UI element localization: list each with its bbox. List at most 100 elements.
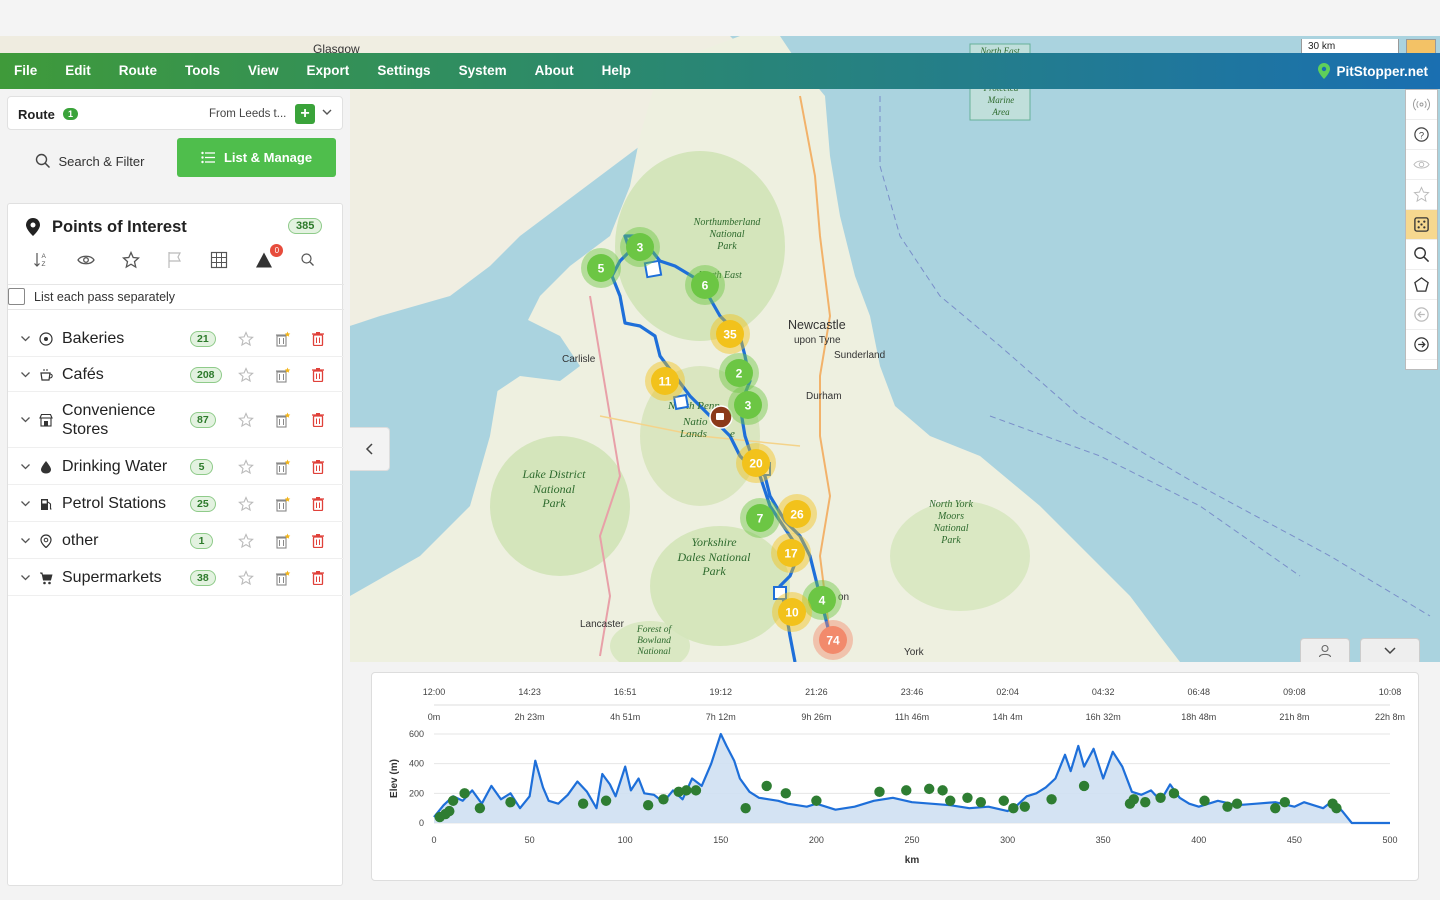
star-icon[interactable] <box>238 532 254 549</box>
trash-icon[interactable] <box>311 412 325 427</box>
poi-cluster[interactable]: 26 <box>777 494 817 534</box>
chevron-down-icon[interactable] <box>20 415 31 425</box>
poi-marker[interactable] <box>874 786 885 798</box>
poi-cluster[interactable]: 3 <box>620 227 660 267</box>
poi-marker[interactable] <box>1140 797 1151 808</box>
poi-marker[interactable] <box>740 802 751 814</box>
route-selector[interactable]: From Leeds t... <box>209 108 286 120</box>
poi-cluster[interactable]: 35 <box>710 314 750 354</box>
trash-icon[interactable] <box>311 367 325 382</box>
tab-list-manage[interactable]: List & Manage <box>177 138 336 177</box>
poi-marker[interactable] <box>1199 795 1210 806</box>
menu-view[interactable]: View <box>234 53 293 89</box>
menu-edit[interactable]: Edit <box>51 53 105 89</box>
favourite-tool[interactable] <box>1406 180 1437 210</box>
poi-search-button[interactable] <box>286 247 330 273</box>
chevron-down-icon[interactable] <box>20 499 31 509</box>
category-row[interactable]: Petrol Stations 25 <box>8 485 344 522</box>
undo-tool[interactable] <box>1406 300 1437 330</box>
poi-marker[interactable] <box>642 800 654 811</box>
trash-icon[interactable] <box>311 331 325 346</box>
bin-star-icon[interactable] <box>275 412 291 428</box>
trash-icon[interactable] <box>311 533 325 548</box>
poi-marker[interactable] <box>658 794 669 805</box>
poi-marker[interactable] <box>998 795 1009 806</box>
poi-cluster[interactable]: 17 <box>771 533 811 573</box>
poi-marker[interactable] <box>945 795 956 806</box>
chevron-down-icon[interactable] <box>321 106 333 118</box>
poi-marker[interactable] <box>924 783 935 795</box>
poi-marker[interactable] <box>1008 802 1019 814</box>
star-icon[interactable] <box>238 412 254 428</box>
random-tool[interactable] <box>1406 210 1437 240</box>
menu-system[interactable]: System <box>445 53 521 89</box>
poi-marker[interactable] <box>780 788 792 799</box>
category-row[interactable]: Drinking Water 5 <box>8 448 344 485</box>
poi-cluster[interactable]: 10 <box>772 592 812 632</box>
star-icon[interactable] <box>238 458 254 475</box>
bin-star-icon[interactable] <box>275 331 291 347</box>
elevation-chart-svg[interactable]: 12:00 14:23 16:51 19:12 21:26 23:46 02:04 04:32… <box>372 673 1420 882</box>
flag-filter[interactable] <box>153 247 197 273</box>
broadcast-tool[interactable] <box>1406 90 1437 120</box>
poi-marker[interactable] <box>1279 797 1291 808</box>
poi-marker[interactable] <box>1155 792 1166 803</box>
category-row[interactable]: Supermarkets 38 <box>8 559 344 596</box>
category-row[interactable]: Bakeries 21 <box>8 320 344 357</box>
menu-tools[interactable]: Tools <box>171 53 234 89</box>
poi-marker[interactable] <box>681 785 692 796</box>
star-icon[interactable] <box>238 366 254 383</box>
bin-star-icon[interactable] <box>275 367 291 383</box>
star-icon[interactable] <box>238 569 254 586</box>
star-icon[interactable] <box>238 495 254 512</box>
trash-icon[interactable] <box>311 459 325 474</box>
poi-cluster[interactable]: 5 <box>581 248 621 288</box>
poi-marker[interactable] <box>975 797 987 808</box>
trash-icon[interactable] <box>311 496 325 511</box>
polygon-tool[interactable] <box>1406 270 1437 300</box>
poi-marker[interactable] <box>444 805 455 817</box>
poi-marker[interactable] <box>1331 802 1342 814</box>
poi-marker[interactable] <box>447 795 459 806</box>
poi-marker[interactable] <box>937 785 948 796</box>
poi-cluster[interactable]: 7 <box>740 498 780 538</box>
poi-marker[interactable] <box>505 797 516 808</box>
add-route-button[interactable]: + <box>295 104 315 124</box>
search-tool[interactable] <box>1406 240 1437 270</box>
bin-star-icon[interactable] <box>275 496 291 512</box>
poi-marker[interactable] <box>901 785 912 796</box>
category-row[interactable]: other 1 <box>8 522 344 559</box>
poi-marker[interactable] <box>1078 780 1090 792</box>
chevron-down-icon[interactable] <box>20 536 31 546</box>
visibility-toggle[interactable] <box>64 247 108 273</box>
chevron-down-icon[interactable] <box>20 462 31 472</box>
warnings-button[interactable]: 0 <box>241 244 285 273</box>
elevation-chart[interactable]: 12:00 14:23 16:51 19:12 21:26 23:46 02:04 04:32… <box>371 672 1419 881</box>
poi-marker[interactable] <box>690 785 702 796</box>
poi-marker[interactable] <box>962 792 973 803</box>
tab-search-filter[interactable]: Search & Filter <box>7 141 172 181</box>
grid-view-button[interactable] <box>197 247 241 273</box>
poi-cluster[interactable]: 74 <box>813 620 853 660</box>
poi-cluster[interactable]: 20 <box>736 443 776 483</box>
chevron-down-icon[interactable] <box>20 370 31 380</box>
bin-star-icon[interactable] <box>275 459 291 475</box>
menu-about[interactable]: About <box>521 53 588 89</box>
sort-button[interactable]: AZ <box>20 247 64 273</box>
chevron-down-icon[interactable] <box>20 573 31 583</box>
poi-marker[interactable] <box>1128 794 1139 805</box>
menu-file[interactable]: File <box>0 53 51 89</box>
poi-marker[interactable] <box>459 788 470 799</box>
rider-profile-button[interactable] <box>1300 638 1350 662</box>
poi-marker[interactable] <box>761 780 772 792</box>
menu-settings[interactable]: Settings <box>363 53 444 89</box>
menu-export[interactable]: Export <box>293 53 364 89</box>
poi-marker[interactable] <box>474 802 486 814</box>
poi-cluster[interactable]: 6 <box>685 265 725 305</box>
chevron-down-icon[interactable] <box>20 334 31 344</box>
poi-marker[interactable] <box>600 795 612 806</box>
poi-marker[interactable] <box>1168 788 1180 799</box>
brand[interactable]: PitStopper.net <box>1318 53 1428 89</box>
poi-marker[interactable] <box>1019 801 1031 812</box>
collapse-panel-button[interactable] <box>350 427 390 471</box>
